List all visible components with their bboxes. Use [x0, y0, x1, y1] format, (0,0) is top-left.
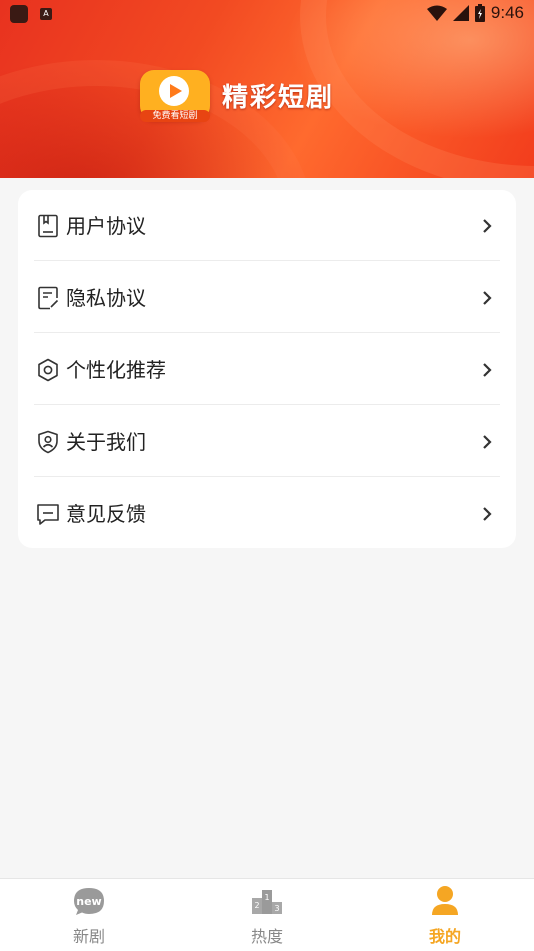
tab-new[interactable]: new 新剧	[29, 879, 149, 951]
chevron-right-icon	[483, 435, 492, 449]
shield-user-icon	[38, 430, 58, 454]
a-notification-icon: A	[40, 8, 52, 20]
privacy-document-icon	[38, 286, 59, 310]
clock: 9:46	[490, 3, 524, 22]
app-title: 精彩短剧	[222, 82, 335, 113]
svg-text:3: 3	[274, 904, 279, 913]
bottom-tab-bar: new 新剧 12 3 热度 我的	[0, 878, 534, 951]
chevron-right-icon	[483, 363, 492, 377]
ranking-podium-icon: 12 3	[252, 890, 282, 914]
play-logo-icon: 免费看短剧	[140, 70, 210, 122]
menu-item-label: 个性化推荐	[66, 358, 166, 382]
app-notification-icon	[10, 5, 28, 23]
svg-text:new: new	[76, 895, 101, 908]
user-icon	[432, 886, 458, 915]
tab-mine[interactable]: 我的	[385, 879, 505, 951]
feedback-message-icon	[37, 504, 59, 525]
menu-item-label: 意见反馈	[66, 502, 146, 526]
document-icon	[38, 214, 58, 238]
new-badge-icon: new	[74, 888, 104, 915]
menu-item-label: 隐私协议	[66, 286, 146, 310]
settings-menu-card: 用户协议 隐私协议 个性化推荐 关于我们 意见反馈	[18, 190, 516, 548]
tab-label: 我的	[428, 927, 461, 946]
menu-item-personalized-recommendation[interactable]: 个性化推荐	[18, 334, 516, 406]
divider	[34, 260, 500, 261]
tab-label: 新剧	[72, 927, 105, 946]
menu-item-feedback[interactable]: 意见反馈	[18, 478, 516, 550]
menu-item-label: 关于我们	[66, 430, 146, 454]
menu-item-privacy-agreement[interactable]: 隐私协议	[18, 262, 516, 334]
app-logo: 免费看短剧 精彩短剧	[140, 70, 335, 122]
divider	[34, 332, 500, 333]
menu-item-about-us[interactable]: 关于我们	[18, 406, 516, 478]
logo-subtitle: 免费看短剧	[140, 110, 210, 122]
settings-gear-icon	[38, 358, 58, 382]
menu-item-user-agreement[interactable]: 用户协议	[18, 190, 516, 262]
tab-label: 热度	[250, 927, 283, 946]
menu-item-label: 用户协议	[66, 214, 146, 238]
battery-icon	[474, 4, 485, 22]
chevron-right-icon	[483, 507, 492, 521]
divider	[34, 476, 500, 477]
svg-text:2: 2	[254, 901, 259, 910]
status-bar: A 9:46	[0, 0, 534, 28]
tab-ranking[interactable]: 12 3 热度	[207, 879, 327, 951]
svg-text:1: 1	[264, 893, 269, 902]
signal-icon	[452, 5, 469, 21]
chevron-right-icon	[483, 291, 492, 305]
header-banner: A 9:46 免费看短剧 精彩短剧	[0, 0, 534, 178]
divider	[34, 404, 500, 405]
chevron-right-icon	[483, 219, 492, 233]
wifi-icon	[426, 5, 447, 21]
